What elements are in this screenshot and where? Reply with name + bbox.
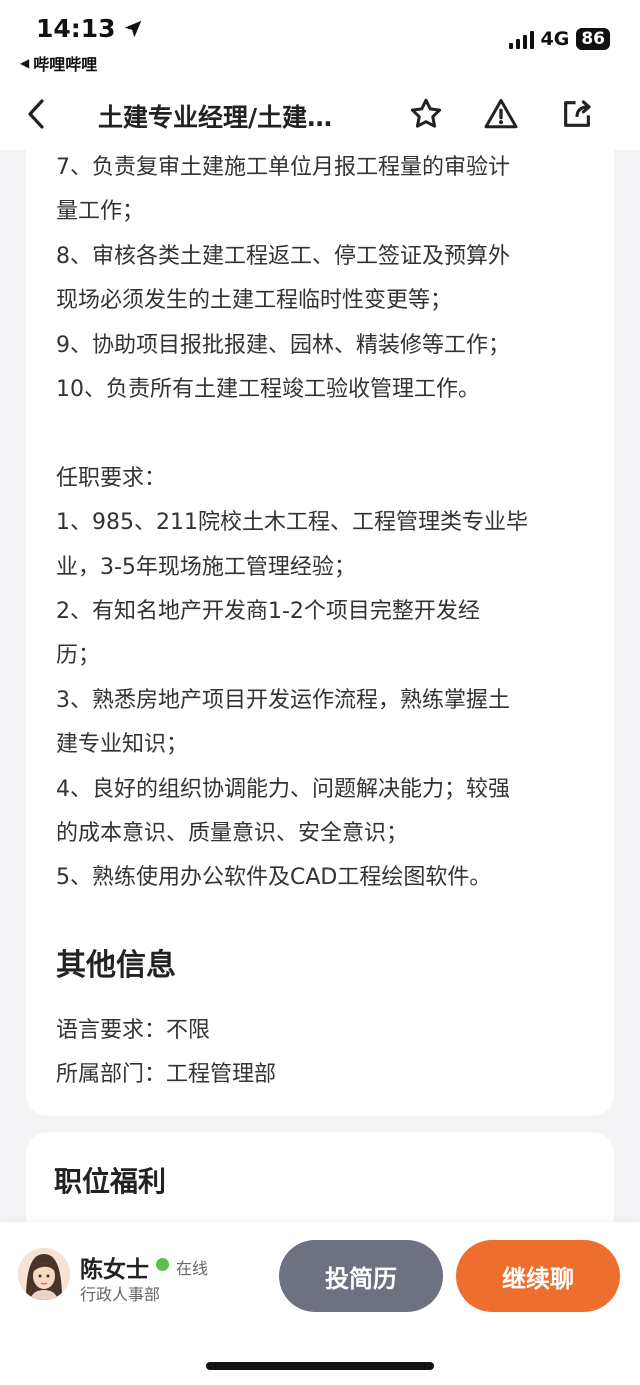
job-detail-card: 7、负责复审土建施工单位月报工程量的审验计 量工作； 8、审核各类土建工程返工、… <box>26 150 614 1116</box>
page-title: 土建专业经理/土建… <box>98 103 333 132</box>
recruiter-department: 行政人事部 <box>80 1285 161 1304</box>
language-requirement: 语言要求：不限 <box>56 1018 211 1043</box>
description-line: 1、985、211院校土木工程、工程管理类专业毕 <box>56 510 528 536</box>
network-type: 4G <box>540 28 570 50</box>
description-line <box>56 412 596 456</box>
chevron-left-icon <box>28 99 44 129</box>
description-line: 任职要求： <box>56 465 167 491</box>
back-button[interactable] <box>18 94 54 134</box>
location-arrow-icon <box>124 20 141 37</box>
report-button[interactable] <box>481 94 521 134</box>
other-info-title: 其他信息 <box>56 948 176 983</box>
description-line: 3、熟悉房地产项目开发运作流程，熟练掌握土 <box>56 687 510 713</box>
recruiter-avatar[interactable] <box>18 1248 70 1300</box>
description-line: 历； <box>56 643 101 669</box>
description-line: 8、审核各类土建工程返工、停工签证及预算外 <box>56 243 510 269</box>
online-status-dot-icon <box>156 1258 169 1271</box>
warning-icon <box>484 99 518 129</box>
description-line: 2、有知名地产开发商1-2个项目完整开发经 <box>56 599 480 625</box>
signal-icon <box>508 29 534 49</box>
recruiter-name: 陈女士 <box>80 1257 149 1283</box>
description-line: 现场必须发生的土建工程临时性变更等； <box>56 288 453 314</box>
back-to-app-link[interactable]: ◀ 哔哩哔哩 <box>20 51 97 75</box>
bottom-action-bar: 陈女士 在线 行政人事部 投简历 继续聊 <box>0 1222 640 1385</box>
status-time-text: 14:13 <box>36 14 116 43</box>
back-triangle-icon: ◀ <box>20 56 30 70</box>
description-line: 10、负责所有土建工程竣工验收管理工作。 <box>56 377 480 403</box>
share-icon <box>564 100 591 127</box>
home-indicator[interactable] <box>206 1362 434 1370</box>
submit-resume-button[interactable]: 投简历 <box>279 1240 443 1312</box>
job-description: 7、负责复审土建施工单位月报工程量的审验计 量工作； 8、审核各类土建工程返工、… <box>56 150 596 901</box>
department-info: 所属部门：工程管理部 <box>56 1062 277 1087</box>
back-app-label: 哔哩哔哩 <box>33 55 98 74</box>
description-line: 建专业知识； <box>56 732 189 758</box>
description-line: 业，3-5年现场施工管理经验； <box>56 554 356 580</box>
description-line: 量工作； <box>56 199 145 225</box>
share-button[interactable] <box>557 94 597 134</box>
nav-bar: 土建专业经理/土建… <box>0 78 640 150</box>
status-bar: 14:13 ◀ 哔哩哔哩 4G 86 <box>0 0 640 78</box>
continue-chat-button[interactable]: 继续聊 <box>456 1240 620 1312</box>
battery-icon: 86 <box>576 28 610 50</box>
status-indicators: 4G 86 <box>508 28 610 50</box>
star-icon <box>410 98 442 128</box>
online-status-text: 在线 <box>176 1259 209 1278</box>
avatar-illustration-icon <box>18 1248 70 1300</box>
favorite-button[interactable] <box>406 94 446 134</box>
description-line: 5、熟练使用办公软件及CAD工程绘图软件。 <box>56 865 492 891</box>
description-line: 9、协助项目报批报建、园林、精装修等工作； <box>56 332 510 358</box>
description-line: 的成本意识、质量意识、安全意识； <box>56 821 409 847</box>
description-line: 4、良好的组织协调能力、问题解决能力；较强 <box>56 776 510 802</box>
description-line: 7、负责复审土建施工单位月报工程量的审验计 <box>56 155 510 180</box>
benefits-title: 职位福利 <box>54 1165 167 1198</box>
status-time: 14:13 <box>36 14 144 43</box>
